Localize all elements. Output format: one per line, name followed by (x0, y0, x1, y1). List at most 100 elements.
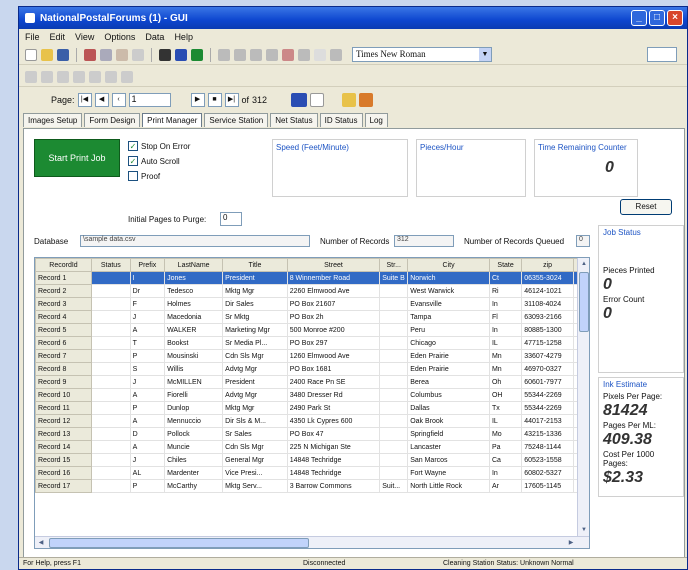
table-cell[interactable]: PO Box 2h (286, 310, 381, 324)
row-header-cell[interactable]: Record 15 (35, 453, 92, 467)
table-cell[interactable]: P (129, 349, 166, 363)
row-header-cell[interactable]: Record 5 (35, 323, 92, 337)
table-row[interactable]: Record 14 A Muncie Cdn Sls Mgr 225 N Michiga… (35, 440, 589, 454)
font-select[interactable]: Times New Roman ▼ (352, 47, 492, 62)
table-cell[interactable]: General Mgr (222, 453, 288, 467)
table-cell[interactable]: West Warwick (407, 284, 490, 298)
table-cell[interactable]: Eden Prairie (407, 362, 490, 376)
table-cell[interactable] (90, 440, 131, 454)
table-cell[interactable]: Fl (488, 310, 523, 324)
table-row[interactable]: Record 16 AL Mardenter Vice Presi... 14848 T… (35, 466, 589, 480)
table-cell[interactable]: North Little Rock (407, 479, 490, 493)
table-cell[interactable] (379, 297, 409, 311)
table-cell[interactable]: Tampa (407, 310, 490, 324)
table-cell[interactable]: Ca (488, 453, 523, 467)
table-cell[interactable]: S (129, 362, 166, 376)
tab-net-status[interactable]: Net Status (270, 113, 318, 127)
table-cell[interactable]: 500 Monroe #200 (286, 323, 381, 337)
table-cell[interactable]: 2260 Elmwood Ave (286, 284, 381, 298)
refresh-icon[interactable] (191, 48, 203, 61)
table-row[interactable]: Record 13 D Pollock Sr Sales PO Box 47 Spring… (35, 427, 589, 441)
menu-options[interactable]: Options (104, 32, 135, 42)
table-cell[interactable] (90, 284, 131, 298)
page-input[interactable]: 1 (128, 93, 171, 107)
table-cell[interactable]: 17605-1145 (521, 479, 574, 493)
table-cell[interactable]: 46970-0327 (521, 362, 574, 376)
table-cell[interactable]: 33607-4279 (521, 349, 574, 363)
row-header-cell[interactable]: Record 1 (35, 271, 92, 285)
table-cell[interactable]: 47715-1258 (521, 336, 574, 350)
row-header-cell[interactable]: Record 13 (35, 427, 92, 441)
table-cell[interactable]: Mardenter (164, 466, 224, 480)
table-cell[interactable]: Chicago (407, 336, 490, 350)
settings-icon[interactable] (359, 93, 374, 107)
reset-button[interactable]: Reset (620, 199, 672, 215)
table-cell[interactable] (379, 427, 409, 441)
new-icon[interactable] (25, 48, 37, 61)
table-cell[interactable]: Dir Sales (222, 297, 288, 311)
table-cell[interactable] (90, 375, 131, 389)
table-cell[interactable]: Mktg Mgr (222, 284, 288, 298)
table-cell[interactable]: Mn (488, 362, 523, 376)
table-cell[interactable]: In (488, 297, 523, 311)
table-cell[interactable]: Holmes (164, 297, 224, 311)
table-cell[interactable]: McCarthy (164, 479, 224, 493)
table-cell[interactable]: PO Box 21607 (286, 297, 381, 311)
row-header-cell[interactable]: Record 11 (35, 401, 92, 415)
table-cell[interactable] (379, 323, 409, 337)
table-cell[interactable]: Advtg Mgr (222, 388, 288, 402)
zoom-out-icon[interactable] (41, 70, 53, 83)
table-cell[interactable] (379, 336, 409, 350)
table-cell[interactable]: Fort Wayne (407, 466, 490, 480)
table-cell[interactable] (379, 466, 409, 480)
prev-page-button[interactable]: ◀ (94, 93, 109, 107)
table-cell[interactable]: 60601-7977 (521, 375, 574, 389)
prev-step-button[interactable]: ‹ (111, 93, 126, 107)
table-cell[interactable]: President (222, 375, 288, 389)
table-cell[interactable]: 55344-2269 (521, 388, 574, 402)
initial-pages-input[interactable]: 0 (220, 212, 242, 226)
table-cell[interactable]: 80885-1300 (521, 323, 574, 337)
table-cell[interactable]: D (129, 427, 166, 441)
table-cell[interactable]: Ri (488, 284, 523, 298)
table-cell[interactable]: 225 N Michigan Ste (286, 440, 381, 454)
table-cell[interactable]: 8 Winnember Road (286, 271, 381, 285)
cut-icon[interactable] (84, 48, 96, 61)
table-cell[interactable]: WALKER (164, 323, 224, 337)
table-cell[interactable] (90, 323, 131, 337)
table-cell[interactable]: 31108-4024 (521, 297, 574, 311)
column-header[interactable]: Street (286, 258, 381, 272)
checkbox-checked-icon[interactable]: ✓ (128, 141, 138, 151)
table-cell[interactable]: 44017-2153 (521, 414, 574, 428)
font-size-select[interactable] (647, 47, 677, 62)
table-row[interactable]: Record 4 J Macedonia Sr Mktg PO Box 2h Tampa F… (35, 310, 589, 324)
table-cell[interactable]: 14848 Techridge (286, 453, 381, 467)
horizontal-scrollbar[interactable]: ◀ ▶ (35, 536, 589, 548)
table-cell[interactable]: President (222, 271, 288, 285)
column-header[interactable]: LastName (164, 258, 224, 272)
scroll-left-icon[interactable]: ◀ (36, 538, 46, 548)
table-cell[interactable]: Chiles (164, 453, 224, 467)
table-cell[interactable]: Columbus (407, 388, 490, 402)
vertical-scrollbar[interactable]: ▲ ▼ (577, 258, 589, 536)
table-cell[interactable]: 06355-3024 (521, 271, 574, 285)
table-cell[interactable]: Suite B (379, 271, 409, 285)
paste-icon[interactable] (116, 48, 128, 61)
proof-checkbox[interactable]: Proof (128, 171, 160, 181)
table-cell[interactable]: Sr Media Pl... (222, 336, 288, 350)
table-row[interactable]: Record 3 F Holmes Dir Sales PO Box 21607 Evan… (35, 297, 589, 311)
table-cell[interactable]: 55344-2269 (521, 401, 574, 415)
table-cell[interactable]: Dir Sls & M... (222, 414, 288, 428)
menu-view[interactable]: View (75, 32, 94, 42)
table-cell[interactable]: San Marcos (407, 453, 490, 467)
table-cell[interactable]: Berea (407, 375, 490, 389)
tab-form-design[interactable]: Form Design (84, 113, 141, 127)
table-cell[interactable]: Ct (488, 271, 523, 285)
table-cell[interactable]: Evansville (407, 297, 490, 311)
row-header-cell[interactable]: Record 6 (35, 336, 92, 350)
table-cell[interactable]: In (488, 466, 523, 480)
table-cell[interactable]: OH (488, 388, 523, 402)
table-cell[interactable]: IL (488, 336, 523, 350)
italic-icon[interactable] (73, 70, 85, 83)
chevron-down-icon[interactable]: ▼ (479, 48, 491, 61)
